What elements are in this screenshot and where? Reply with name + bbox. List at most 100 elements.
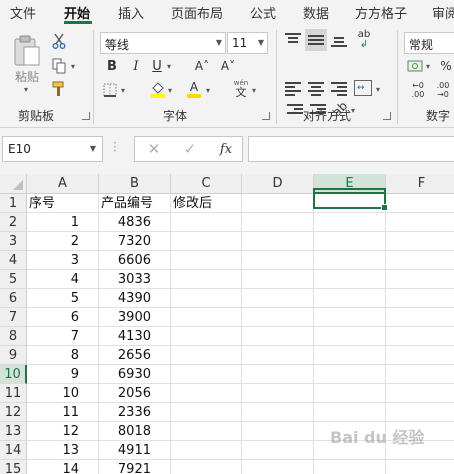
cell-d[interactable] (242, 289, 314, 308)
cell-b[interactable]: 4130 (99, 327, 171, 346)
cell-d[interactable] (242, 308, 314, 327)
insert-function-button[interactable]: fx (217, 140, 235, 158)
cell-e[interactable] (314, 365, 386, 384)
row-header[interactable]: 10 (0, 365, 27, 384)
merge-center-icon[interactable]: ↔ (354, 80, 372, 96)
row-header[interactable]: 12 (0, 403, 27, 422)
cell-a[interactable]: 10 (27, 384, 99, 403)
align-middle-button[interactable] (305, 29, 327, 51)
currency-dropdown-icon[interactable]: ▾ (426, 62, 430, 71)
cell-f[interactable] (386, 270, 454, 289)
cell-a[interactable]: 9 (27, 365, 99, 384)
cell-c-header[interactable]: 修改后 (171, 194, 242, 213)
formula-input[interactable] (248, 136, 454, 162)
cell-c[interactable] (171, 289, 242, 308)
cell-f[interactable] (386, 308, 454, 327)
cell-e[interactable] (314, 251, 386, 270)
cell-a[interactable]: 3 (27, 251, 99, 270)
cell-e[interactable] (314, 327, 386, 346)
column-header-d[interactable]: D (242, 174, 314, 194)
borders-dropdown-icon[interactable]: ▾ (121, 86, 125, 95)
shrink-font-button[interactable]: A˅ (219, 57, 237, 75)
cell-e[interactable] (314, 460, 386, 474)
underline-dropdown-icon[interactable]: ▾ (167, 62, 171, 71)
alignment-launcher-icon[interactable] (383, 112, 391, 120)
cancel-icon[interactable]: ✕ (145, 140, 163, 158)
bold-button[interactable]: B (104, 57, 120, 75)
column-header-c[interactable]: C (171, 174, 242, 194)
cell-d[interactable] (242, 270, 314, 289)
cell-f[interactable] (386, 365, 454, 384)
cell-a[interactable]: 12 (27, 422, 99, 441)
cell-b[interactable]: 4390 (99, 289, 171, 308)
cell-c[interactable] (171, 441, 242, 460)
column-header-a[interactable]: A (27, 174, 99, 194)
row-header[interactable]: 11 (0, 384, 27, 403)
font-size-select[interactable]: 11 ▼ (227, 32, 268, 54)
row-header[interactable]: 2 (0, 213, 27, 232)
cell-a[interactable]: 1 (27, 213, 99, 232)
orientation-dropdown-icon[interactable]: ▾ (351, 106, 355, 115)
cell-f[interactable] (386, 346, 454, 365)
cell-c[interactable] (171, 403, 242, 422)
menu-file[interactable]: 文件 (10, 3, 36, 22)
menu-page-layout[interactable]: 页面布局 (171, 3, 223, 22)
phonetic-button[interactable]: wén 文 (232, 78, 250, 100)
percent-button[interactable]: % (438, 57, 454, 75)
cell-d[interactable] (242, 422, 314, 441)
cell-f[interactable] (386, 213, 454, 232)
underline-button[interactable]: U (149, 57, 165, 75)
cell-d[interactable] (242, 441, 314, 460)
copy-dropdown-icon[interactable]: ▾ (71, 62, 75, 71)
row-header[interactable]: 3 (0, 232, 27, 251)
align-center-icon[interactable] (308, 82, 324, 96)
italic-button[interactable]: I (128, 57, 144, 75)
decrease-indent-icon[interactable] (287, 104, 303, 118)
menu-fangfang[interactable]: 方方格子 (355, 3, 407, 22)
cell-a[interactable]: 4 (27, 270, 99, 289)
menu-home[interactable]: 开始 (64, 3, 90, 22)
cell-c[interactable] (171, 346, 242, 365)
cell-c[interactable] (171, 384, 242, 403)
select-all-button[interactable] (0, 174, 27, 194)
phonetic-dropdown-icon[interactable]: ▾ (252, 86, 256, 95)
row-header[interactable]: 9 (0, 346, 27, 365)
cell-d[interactable] (242, 365, 314, 384)
borders-button[interactable] (101, 81, 119, 99)
row-header[interactable]: 4 (0, 251, 27, 270)
copy-button[interactable] (50, 57, 68, 75)
cell-d[interactable] (242, 403, 314, 422)
cell-a[interactable]: 8 (27, 346, 99, 365)
cell-f[interactable] (386, 460, 454, 474)
row-header[interactable]: 6 (0, 289, 27, 308)
cell-b[interactable]: 4836 (99, 213, 171, 232)
cell-b[interactable]: 2056 (99, 384, 171, 403)
cell-d[interactable] (242, 327, 314, 346)
merge-dropdown-icon[interactable]: ▾ (376, 85, 380, 94)
align-bottom-icon[interactable] (331, 33, 347, 47)
cell-a[interactable]: 2 (27, 232, 99, 251)
row-header[interactable]: 13 (0, 422, 27, 441)
cell-d[interactable] (242, 460, 314, 474)
cell-f[interactable] (386, 289, 454, 308)
fill-color-dropdown-icon[interactable]: ▾ (168, 86, 172, 95)
cell-c[interactable] (171, 365, 242, 384)
cell-c[interactable] (171, 213, 242, 232)
cell-b[interactable]: 6930 (99, 365, 171, 384)
wrap-text-button[interactable]: ab ↲ (354, 29, 374, 51)
clipboard-launcher-icon[interactable] (82, 112, 90, 120)
row-header[interactable]: 15 (0, 460, 27, 474)
cell-e[interactable] (314, 308, 386, 327)
format-painter-button[interactable] (50, 80, 68, 98)
font-name-select[interactable]: 等线 ▼ (100, 32, 226, 54)
cell-a-header[interactable]: 序号 (27, 194, 99, 213)
cell-d-header[interactable] (242, 194, 314, 213)
align-left-icon[interactable] (285, 82, 301, 96)
cell-f[interactable] (386, 327, 454, 346)
font-color-dropdown-icon[interactable]: ▾ (206, 86, 210, 95)
cell-b[interactable]: 7921 (99, 460, 171, 474)
column-header-f[interactable]: F (386, 174, 454, 194)
align-right-icon[interactable] (331, 82, 347, 96)
cell-d[interactable] (242, 232, 314, 251)
cell-f-header[interactable] (386, 194, 454, 213)
